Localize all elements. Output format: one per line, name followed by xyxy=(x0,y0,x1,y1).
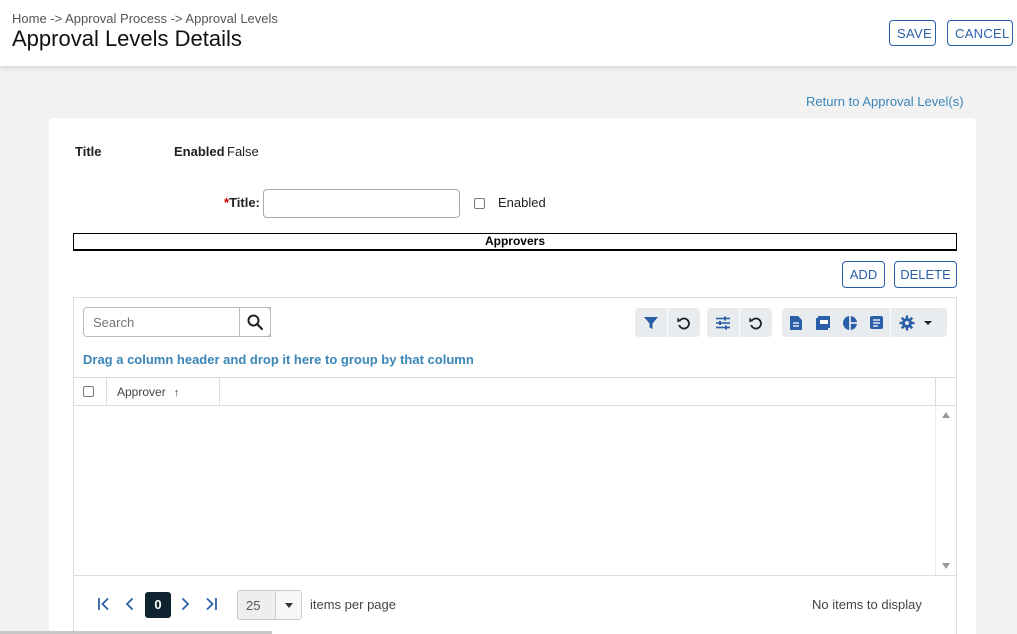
enabled-checkbox-label: Enabled xyxy=(498,195,546,210)
column-settings-button[interactable] xyxy=(707,308,739,337)
page-size-value: 25 xyxy=(246,598,261,613)
search-input[interactable] xyxy=(93,308,243,336)
previous-page-button[interactable] xyxy=(120,594,140,614)
scroll-up-arrow-icon[interactable] xyxy=(942,412,950,418)
group-by-drop-zone[interactable]: Drag a column header and drop it here to… xyxy=(83,352,474,367)
filter-toolbar-group xyxy=(635,308,700,337)
scroll-down-arrow-icon[interactable] xyxy=(942,563,950,569)
export-toolbar-group xyxy=(782,308,947,337)
undo-icon xyxy=(677,317,690,329)
current-page-indicator[interactable]: 0 xyxy=(145,592,171,618)
export-pdf-button[interactable] xyxy=(809,308,836,337)
next-page-button[interactable] xyxy=(175,594,195,614)
approvers-grid: Drag a column header and drop it here to… xyxy=(73,297,957,634)
gear-icon xyxy=(899,315,915,330)
sliders-icon xyxy=(716,316,730,329)
column-header-approver[interactable]: Approver ↑ xyxy=(107,378,220,406)
search-icon xyxy=(247,314,263,330)
first-page-button[interactable] xyxy=(94,594,114,614)
grid-settings-button[interactable] xyxy=(891,308,941,337)
export-excel-button[interactable] xyxy=(782,308,809,337)
enabled-checkbox[interactable] xyxy=(474,198,485,209)
chevron-left-icon xyxy=(125,597,134,611)
header-scroll-spacer xyxy=(935,378,956,406)
pdf-icon xyxy=(815,315,830,330)
page-title: Approval Levels Details xyxy=(12,26,242,51)
breadcrumb: Home -> Approval Process -> Approval Lev… xyxy=(12,11,278,26)
cancel-button[interactable]: CANCEL xyxy=(947,20,1013,46)
grid-header-row: Approver ↑ xyxy=(74,377,956,406)
title-input[interactable] xyxy=(263,189,460,218)
filter-button[interactable] xyxy=(635,308,667,337)
page-size-select[interactable]: 25 xyxy=(237,590,302,620)
title-label-text: Title: xyxy=(229,195,260,210)
chevron-right-icon xyxy=(181,597,190,611)
title-field-label: *Title: xyxy=(224,195,260,210)
report-icon xyxy=(870,316,883,329)
vertical-scrollbar[interactable] xyxy=(935,406,956,575)
return-to-approval-levels-link[interactable]: Return to Approval Level(s) xyxy=(806,94,964,109)
last-page-button[interactable] xyxy=(201,594,221,614)
undo-icon xyxy=(749,317,762,329)
summary-enabled-value: False xyxy=(227,144,259,159)
top-header: Home -> Approval Process -> Approval Lev… xyxy=(0,0,1017,66)
last-page-icon xyxy=(206,597,217,611)
pager-info: No items to display xyxy=(812,597,922,612)
pie-chart-icon xyxy=(842,315,857,330)
reset-columns-button[interactable] xyxy=(740,308,772,337)
select-all-cell xyxy=(74,378,107,406)
caret-down-icon xyxy=(924,320,932,325)
save-button[interactable]: SAVE xyxy=(889,20,936,46)
page-size-dropdown-button[interactable] xyxy=(275,591,301,619)
add-approver-button[interactable]: ADD xyxy=(842,261,885,288)
approvers-section-header: Approvers xyxy=(73,233,957,251)
items-per-page-label: items per page xyxy=(310,597,396,612)
filter-icon xyxy=(644,316,658,329)
first-page-icon xyxy=(98,597,109,611)
reset-filter-button[interactable] xyxy=(668,308,700,337)
sort-ascending-icon: ↑ xyxy=(173,387,180,399)
columns-toolbar-group xyxy=(707,308,772,337)
search-button[interactable] xyxy=(239,307,271,337)
summary-enabled-label: Enabled xyxy=(174,144,225,159)
report-button[interactable] xyxy=(863,308,890,337)
summary-title-label: Title xyxy=(75,144,102,159)
pager: 0 25 items per page No items to display xyxy=(74,575,956,634)
chart-button[interactable] xyxy=(836,308,863,337)
select-all-checkbox[interactable] xyxy=(83,386,94,397)
grid-body xyxy=(74,406,956,575)
caret-down-icon xyxy=(284,602,293,608)
delete-approver-button[interactable]: DELETE xyxy=(894,261,957,288)
column-header-approver-label: Approver xyxy=(117,385,166,399)
details-card: Title Enabled False *Title: Enabled Appr… xyxy=(49,118,976,634)
document-icon xyxy=(789,315,802,330)
